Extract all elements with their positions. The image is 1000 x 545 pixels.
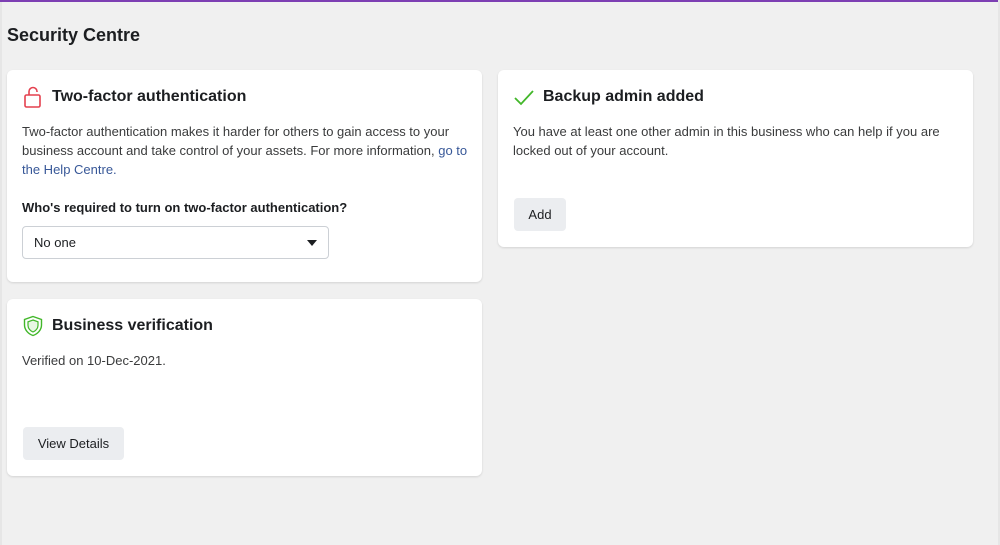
checkmark-icon bbox=[513, 86, 535, 108]
backup-admin-description: You have at least one other admin in thi… bbox=[513, 124, 940, 158]
two-factor-requirement-select[interactable]: No one bbox=[22, 226, 329, 259]
backup-admin-title: Backup admin added bbox=[543, 88, 704, 105]
verification-status: Verified on 10-Dec-2021. bbox=[22, 353, 166, 368]
two-factor-description-text: Two-factor authentication makes it harde… bbox=[22, 124, 450, 158]
two-factor-header: Two-factor authentication bbox=[22, 86, 246, 108]
two-factor-card: Two-factor authentication Two-factor aut… bbox=[7, 70, 482, 282]
unlocked-padlock-icon bbox=[22, 86, 44, 108]
two-factor-question: Who's required to turn on two-factor aut… bbox=[22, 200, 348, 215]
business-verification-title: Business verification bbox=[52, 317, 213, 334]
page-title: Security Centre bbox=[7, 25, 141, 45]
backup-admin-header: Backup admin added bbox=[513, 86, 704, 108]
two-factor-title: Two-factor authentication bbox=[52, 88, 247, 105]
two-factor-description: Two-factor authentication makes it harde… bbox=[22, 122, 472, 179]
add-backup-admin-button[interactable]: Add bbox=[514, 198, 566, 231]
shield-check-icon bbox=[22, 315, 44, 337]
backup-admin-card: Backup admin added You have at least one… bbox=[498, 70, 973, 247]
top-accent-bar bbox=[0, 0, 1000, 2]
view-details-button[interactable]: View Details bbox=[23, 427, 124, 460]
business-verification-header: Business verification bbox=[22, 315, 213, 337]
caret-down-icon bbox=[307, 239, 317, 246]
select-value: No one bbox=[34, 235, 76, 250]
business-verification-card: Business verification Verified on 10-Dec… bbox=[7, 299, 482, 476]
left-edge bbox=[0, 2, 2, 545]
